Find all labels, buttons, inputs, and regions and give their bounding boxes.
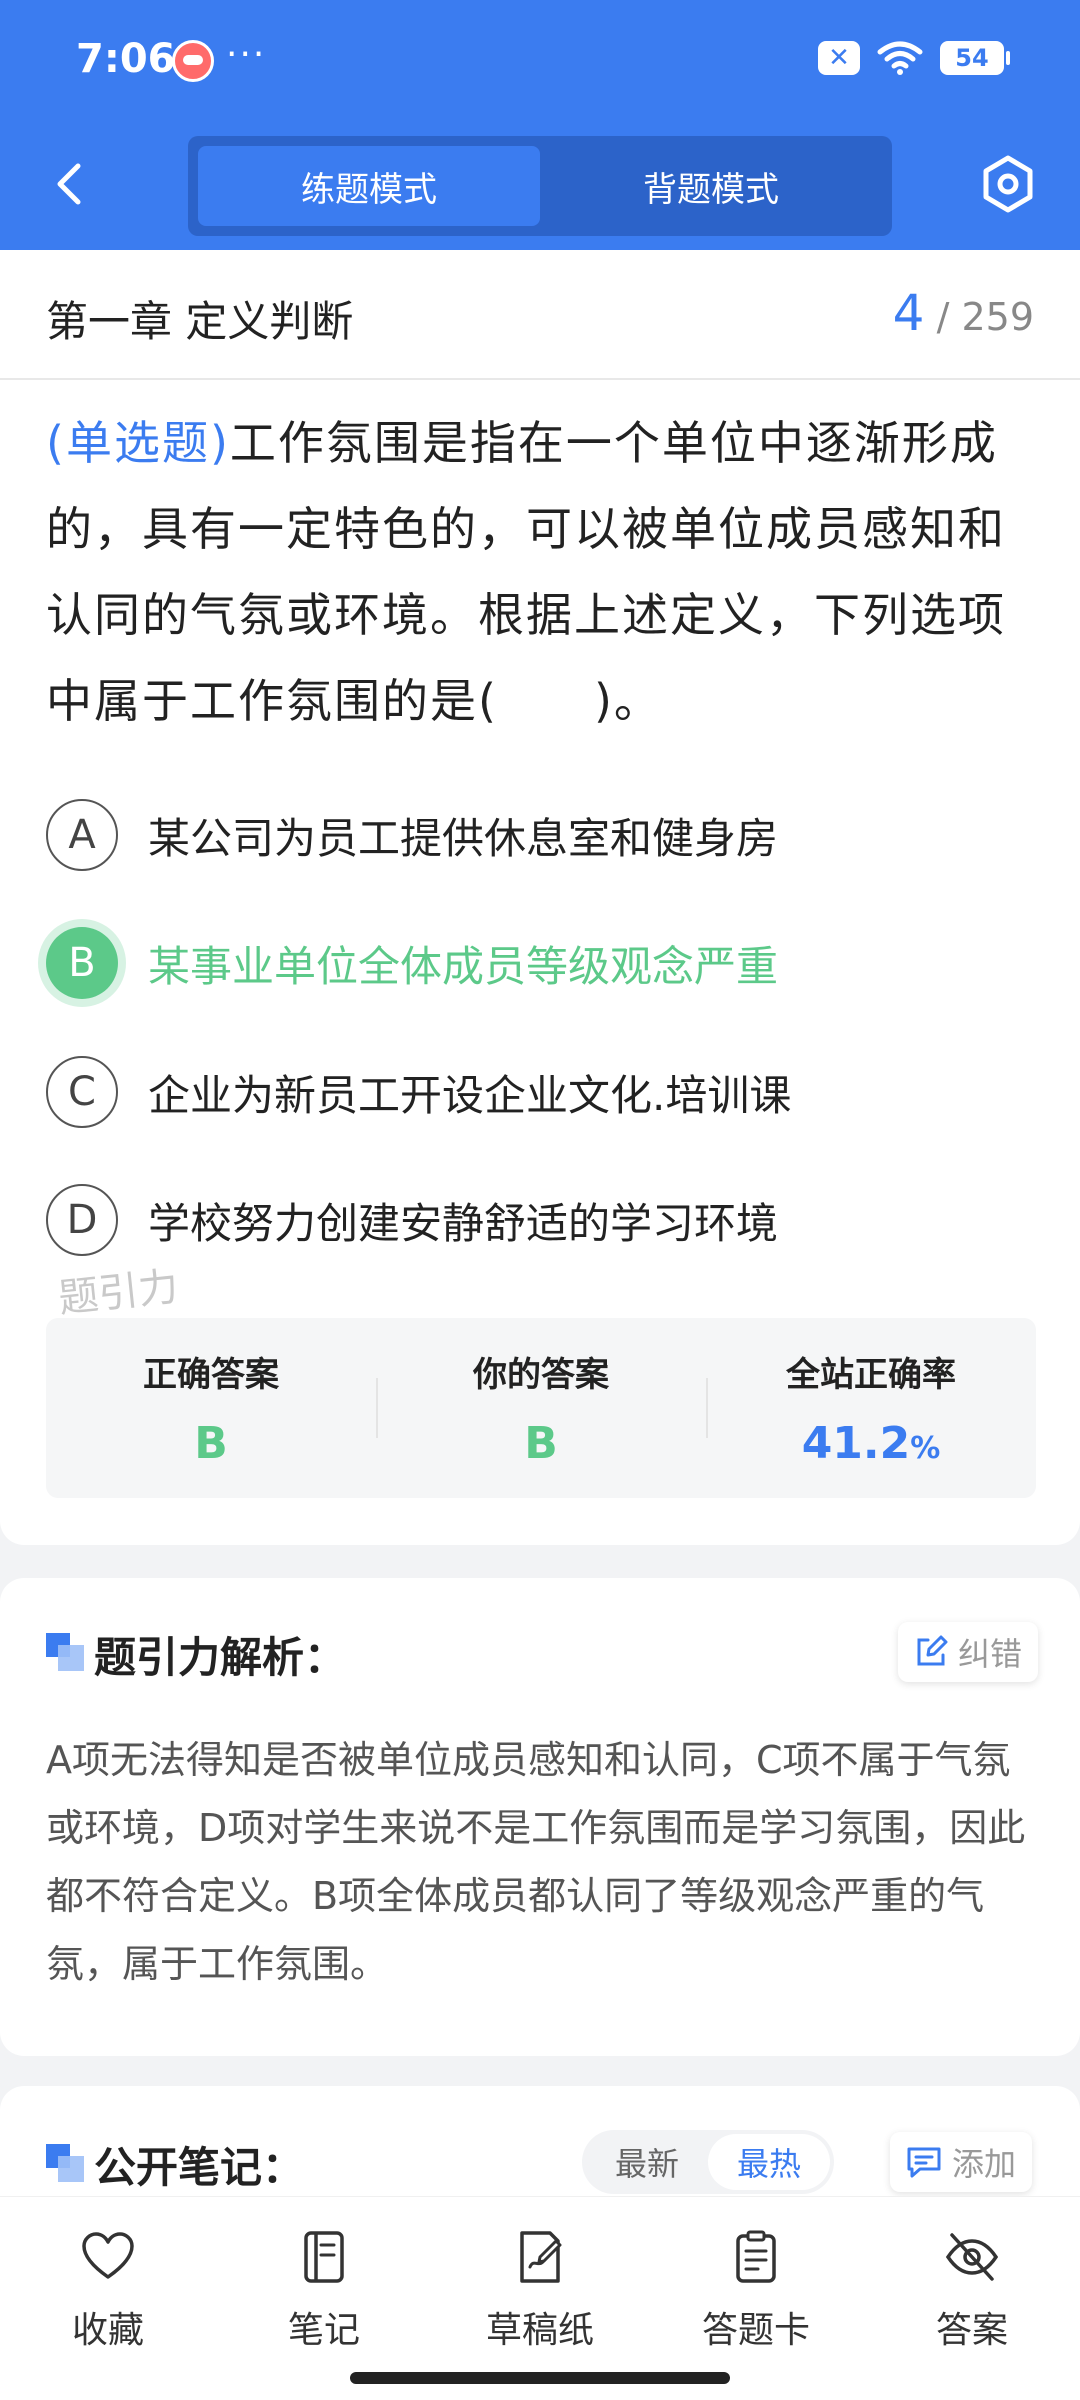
status-indicators: ✕ 54 [818, 40, 1010, 76]
correction-label: 纠错 [958, 1635, 1023, 1673]
site-accuracy-label: 全站正确率 [786, 1355, 956, 1395]
draft-paper-label: 草稿纸 [485, 2310, 594, 2351]
your-answer: 你的答案 B [376, 1318, 706, 1498]
nav-bar: 练题模式 背题模式 [0, 130, 1080, 240]
back-arrow-icon[interactable] [44, 156, 100, 212]
add-note-button[interactable]: 添加 [890, 2132, 1033, 2192]
option-letter: B [46, 927, 118, 999]
option-letter: A [46, 799, 118, 871]
correct-answer: 正确答案 B [46, 1318, 376, 1498]
your-answer-value: B [524, 1418, 558, 1469]
tab-memorize-mode[interactable]: 背题模式 [540, 146, 882, 226]
mode-switch: 练题模式 背题模式 [188, 136, 892, 236]
notes-button[interactable]: 笔记 [216, 2197, 432, 2400]
chapter-bar: 第一章 定义判断 4 / 259 [0, 250, 1080, 380]
site-accuracy-value: 41.2% [802, 1418, 941, 1469]
draft-paper-button[interactable]: 草稿纸 [432, 2197, 648, 2400]
bottom-toolbar: 收藏 笔记 草稿纸 答题卡 答案 [0, 2196, 1080, 2400]
answer-card-icon [736, 2230, 776, 2283]
favorite-button[interactable]: 收藏 [0, 2197, 216, 2400]
heart-icon [82, 2232, 134, 2279]
answer-card-button[interactable]: 答题卡 [648, 2197, 864, 2400]
question-progress: 4 / 259 [893, 284, 1034, 342]
show-answer-label: 答案 [935, 2310, 1008, 2351]
section-marker-icon [46, 1633, 84, 1671]
question-type: (单选题) [46, 416, 230, 470]
battery-indicator: 54 [940, 41, 1010, 75]
analysis-text: A项无法得知是否被单位成员感知和认同，C项不属于气氛或环境，D项对学生来说不是工… [46, 1738, 1026, 1986]
more-notifications-icon: ··· [226, 34, 267, 75]
tab-practice-mode[interactable]: 练题模式 [198, 146, 540, 226]
section-marker-icon [46, 2144, 84, 2182]
answer-summary: 正确答案 B 你的答案 B 全站正确率 41.2% [46, 1318, 1036, 1498]
option-letter: D [46, 1184, 118, 1256]
option-letter: C [46, 1056, 118, 1128]
correction-button[interactable]: 纠错 [898, 1622, 1039, 1682]
notes-sort-toggle: 最新 最热 [582, 2130, 834, 2194]
settings-icon[interactable] [976, 152, 1040, 216]
favorite-label: 收藏 [71, 2310, 144, 2351]
question-card: (单选题)工作氛围是指在一个单位中逐渐形成的，具有一定特色的，可以被单位成员感知… [0, 380, 1080, 1545]
chapter-title: 第一章 定义判断 [46, 297, 354, 346]
notes-title: 公开笔记： [94, 2143, 305, 2192]
site-accuracy: 全站正确率 41.2% [706, 1318, 1036, 1498]
edit-icon [917, 1635, 948, 1666]
sort-newest[interactable]: 最新 [586, 2134, 708, 2190]
option-text: 某事业单位全体成员等级观念严重 [148, 941, 779, 991]
site-accuracy-number: 41.2 [801, 1418, 911, 1469]
status-time: 7:06 [76, 36, 176, 82]
correct-answer-value: B [194, 1418, 228, 1469]
progress-separator: / [936, 295, 950, 339]
option-a[interactable]: A 某公司为员工提供休息室和健身房 [46, 795, 1036, 875]
correct-answer-label: 正确答案 [143, 1355, 279, 1395]
option-c[interactable]: C 企业为新员工开设企业文化.培训课 [46, 1052, 1036, 1132]
eye-off-icon [945, 2233, 999, 2281]
comment-icon [907, 2147, 941, 2178]
notification-app-icon [172, 40, 214, 82]
option-text: 学校努力创建安静舒适的学习环境 [148, 1198, 779, 1248]
notebook-icon [304, 2231, 344, 2283]
status-bar: 7:06 ··· ✕ 54 [0, 0, 1080, 120]
answer-card-label: 答题卡 [701, 2310, 810, 2351]
watermark: 题引力 [56, 1263, 181, 1323]
no-sim-icon: ✕ [818, 41, 860, 75]
sort-hottest[interactable]: 最热 [708, 2134, 830, 2190]
total-questions: 259 [961, 295, 1034, 339]
option-d[interactable]: D 学校努力创建安静舒适的学习环境 [46, 1180, 1036, 1260]
add-note-label: 添加 [952, 2145, 1017, 2183]
option-text: 某公司为员工提供休息室和健身房 [148, 813, 779, 863]
draft-paper-icon [520, 2231, 562, 2283]
show-answer-button[interactable]: 答案 [864, 2197, 1080, 2400]
option-text: 企业为新员工开设企业文化.培训课 [148, 1070, 792, 1120]
current-question-number: 4 [892, 284, 925, 342]
your-answer-label: 你的答案 [473, 1355, 609, 1395]
notes-label: 笔记 [287, 2310, 360, 2351]
home-indicator[interactable] [350, 2372, 730, 2384]
wifi-icon [876, 40, 924, 76]
option-b[interactable]: B 某事业单位全体成员等级观念严重 [46, 923, 1036, 1003]
question-stem: (单选题)工作氛围是指在一个单位中逐渐形成的，具有一定特色的，可以被单位成员感知… [46, 400, 1036, 744]
analysis-card: 题引力解析： 纠错 A项无法得知是否被单位成员感知和认同，C项不属于气氛或环境，… [0, 1578, 1080, 2056]
app-header: 7:06 ··· ✕ 54 练题模式 背题模式 [0, 0, 1080, 250]
analysis-title: 题引力解析： [94, 1633, 347, 1682]
site-accuracy-unit: % [910, 1431, 941, 1466]
